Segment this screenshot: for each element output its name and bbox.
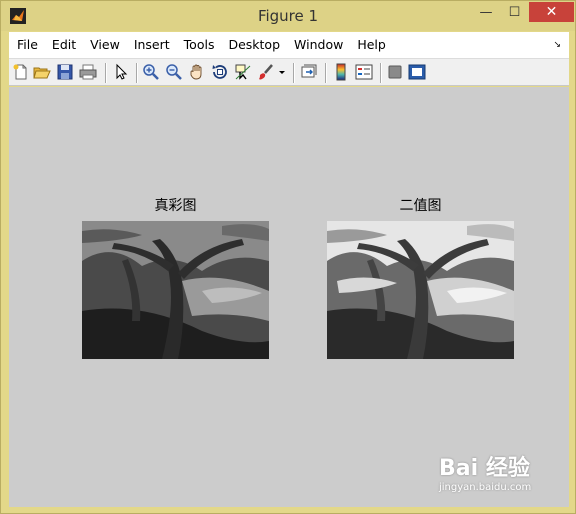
zoom-in-icon[interactable] [142,63,160,81]
close-button[interactable]: ✕ [529,2,574,22]
minimize-button[interactable]: — [472,2,500,22]
toolbar-separator [136,63,137,83]
title-bar[interactable]: Figure 1 — ☐ ✕ [1,1,575,31]
menu-edit[interactable]: Edit [45,32,83,58]
edit-plot-arrow-icon[interactable] [112,63,130,81]
tree-painting-gray-image [82,221,269,359]
baidu-jingyan-watermark: Bai 经验 jingyan.baidu.com [439,450,569,506]
menu-window[interactable]: Window [287,32,350,58]
axes-title-left: 真彩图 [154,198,197,214]
binary-image[interactable] [327,221,514,359]
axes-title-right: 二值图 [399,198,442,214]
watermark-logo-text: Bai 经验 [439,456,530,481]
open-file-icon[interactable] [33,63,51,81]
tree-painting-binary-image [327,221,514,359]
toolbar-separator [293,63,294,83]
rotate-3d-icon[interactable] [211,63,229,81]
menu-insert[interactable]: Insert [127,32,177,58]
watermark-url: jingyan.baidu.com [439,482,532,493]
toolbar-separator [380,63,381,83]
link-plot-icon[interactable] [300,63,318,81]
brush-icon[interactable] [257,63,275,81]
menu-view[interactable]: View [83,32,127,58]
figure-window: Figure 1 — ☐ ✕ File Edit View Insert Too… [0,0,576,514]
hide-plot-tools-icon[interactable] [386,63,404,81]
insert-legend-icon[interactable] [355,63,373,81]
toolbar-separator [325,63,326,83]
menu-desktop[interactable]: Desktop [221,32,287,58]
data-cursor-icon[interactable] [234,63,252,81]
dock-arrow-icon[interactable]: ↘ [553,40,561,50]
save-figure-icon[interactable] [56,63,74,81]
brush-dropdown-arrow-icon[interactable] [277,63,287,81]
menu-bar: File Edit View Insert Tools Desktop Wind… [9,32,569,58]
menu-file[interactable]: File [9,32,45,58]
toolbar-separator [105,63,106,83]
menu-tools[interactable]: Tools [177,32,222,58]
maximize-button[interactable]: ☐ [501,2,528,22]
truecolor-image[interactable] [82,221,269,359]
print-figure-icon[interactable] [79,63,97,81]
figure-toolbar [9,58,569,86]
insert-colorbar-icon[interactable] [332,63,350,81]
figure-canvas[interactable]: 真彩图 二值图 [9,87,569,507]
menu-help[interactable]: Help [350,32,393,58]
show-plot-tools-icon[interactable] [408,63,426,81]
pan-hand-icon[interactable] [188,63,206,81]
zoom-out-icon[interactable] [165,63,183,81]
new-figure-icon[interactable] [12,63,30,81]
